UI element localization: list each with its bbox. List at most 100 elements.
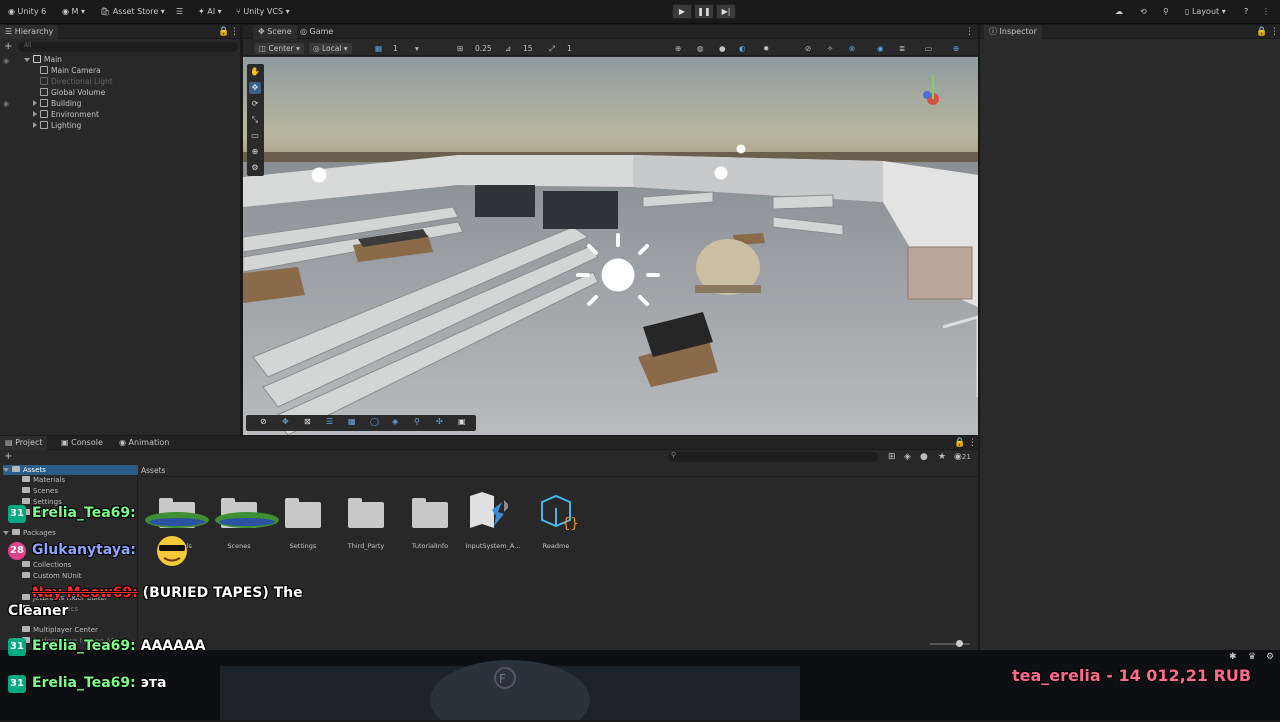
asset-store-button[interactable]: 🛍 Asset Store ▾ — [100, 5, 165, 19]
stream-settings-icon[interactable]: ✱ — [1229, 652, 1237, 662]
filter-icon[interactable]: ● — [920, 452, 928, 462]
lighting-toggle-icon[interactable]: ✹ — [763, 43, 769, 54]
favorite-icon[interactable]: ★ — [938, 452, 946, 462]
panel-menu-icon[interactable]: ⋮ — [968, 438, 977, 448]
lock-icon[interactable]: 🔒 — [1256, 27, 1267, 37]
scene-visibility-icon[interactable]: ⊗ — [849, 43, 855, 54]
readme-icon[interactable]: {} — [538, 494, 579, 532]
shading-lit-icon[interactable]: ◐ — [739, 43, 746, 54]
tab-console[interactable]: ▣ Console — [56, 436, 108, 450]
grid-paint-icon[interactable]: ▦ — [348, 417, 356, 426]
create-button[interactable]: + — [4, 451, 12, 462]
pause-button[interactable]: ❚❚ — [694, 4, 714, 19]
paint-icon[interactable]: ☰ — [326, 417, 333, 426]
ai-button[interactable]: ✦ AI ▾ — [198, 5, 222, 19]
pivot-dropdown[interactable]: ◫ Center ▾ — [255, 43, 304, 54]
custom-tool-icon[interactable]: ⚙ — [249, 162, 261, 174]
hamburger-icon[interactable]: ☰ — [176, 5, 183, 19]
breadcrumb[interactable]: Assets — [141, 466, 165, 475]
lock-icon[interactable]: 🔒 — [954, 438, 965, 448]
hierarchy-item-building[interactable]: Building — [33, 98, 81, 109]
project-search-input[interactable]: ⚲ — [668, 451, 878, 462]
search-icon[interactable]: ⚲ — [1163, 5, 1169, 19]
account-button[interactable]: ◉ Unity 6 — [8, 5, 46, 19]
visibility-icon[interactable]: ◉ — [3, 57, 9, 65]
add-object-button[interactable]: + — [4, 41, 12, 52]
rect-tool-icon[interactable]: ▭ — [249, 130, 261, 142]
circle-icon[interactable]: ◯ — [370, 417, 379, 426]
stream-gear-icon[interactable]: ⚙ — [1266, 652, 1274, 662]
label-icon[interactable]: ◈ — [904, 452, 911, 462]
tree-item-scenes[interactable]: Scenes — [22, 486, 58, 496]
visibility-icon[interactable]: ◉21 — [954, 452, 971, 462]
move-tool-icon[interactable]: ✥ — [249, 82, 261, 94]
hierarchy-item-directional-light[interactable]: Directional Light — [40, 76, 113, 87]
fx-toggle-icon[interactable]: ✧ — [827, 43, 833, 54]
zoom-icon[interactable]: ⚲ — [414, 417, 420, 426]
scale-tool-icon[interactable]: ⤡ — [249, 114, 261, 126]
slider-handle[interactable] — [956, 640, 963, 647]
hierarchy-search-input[interactable]: All — [18, 42, 238, 52]
layer-icon[interactable]: ◈ — [392, 417, 398, 426]
move-icon[interactable]: ⊠ — [304, 417, 311, 426]
view-tool-icon[interactable]: ✋ — [249, 66, 261, 78]
layout-dropdown[interactable]: ▯ Layout ▾ — [1185, 5, 1226, 19]
tab-hierarchy[interactable]: ☰ Hierarchy — [0, 25, 59, 39]
transform-tool-icon[interactable]: ⊕ — [249, 146, 261, 158]
tree-item-multiplayer[interactable]: Multiplayer Center — [22, 625, 98, 635]
hierarchy-item-global-volume[interactable]: Global Volume — [40, 87, 105, 98]
tab-project[interactable]: ▤ Project — [0, 436, 48, 450]
tab-scene[interactable]: ✥ Scene — [253, 25, 297, 39]
rotate-tool-icon[interactable]: ⟳ — [249, 98, 261, 110]
tree-item-assets[interactable]: Assets — [3, 465, 138, 475]
panel-menu-icon[interactable]: ⋮ — [230, 27, 239, 37]
help-icon[interactable]: ? — [1244, 5, 1248, 19]
asset-folder-settings[interactable] — [285, 496, 321, 528]
panel-menu-icon[interactable]: ⋮ — [965, 27, 974, 37]
lock-icon[interactable]: 🔒 — [218, 27, 229, 37]
menu-dots-icon[interactable]: ⋮ — [1262, 5, 1270, 19]
vcs-button[interactable]: ⑂ Unity VCS ▾ — [236, 5, 290, 19]
input-actions-icon[interactable] — [468, 492, 510, 530]
hierarchy-item-lighting[interactable]: Lighting — [33, 120, 81, 131]
play-button[interactable]: ▶ — [672, 4, 692, 19]
icon-size-slider[interactable] — [930, 640, 970, 647]
grid-icon[interactable]: ▦ — [375, 43, 382, 54]
tab-game[interactable]: ◎ Game — [295, 25, 338, 39]
stream-emote-icon[interactable]: ♛ — [1248, 652, 1256, 662]
visibility-icon[interactable]: ◉ — [3, 100, 9, 108]
snap-value[interactable]: 0.25 — [475, 43, 492, 54]
orientation-icon[interactable]: ⊕ — [675, 43, 681, 54]
gizmos-icon[interactable]: ⊕ — [953, 43, 959, 54]
layers-icon[interactable]: ≣ — [899, 43, 905, 54]
rotate-snap-value[interactable]: 15 — [523, 43, 533, 54]
shading-wire-icon[interactable]: ◍ — [697, 43, 704, 54]
eye-icon[interactable]: ◉ — [877, 43, 884, 54]
grid-size-value[interactable]: 1 — [393, 43, 398, 54]
asset-folder-tutorialinfo[interactable] — [412, 496, 448, 528]
tree-item-materials[interactable]: Materials — [22, 475, 65, 485]
select-icon[interactable]: ✥ — [282, 417, 289, 426]
scene-row[interactable]: Main — [24, 54, 62, 65]
space-dropdown[interactable]: ◎ Local ▾ — [309, 43, 352, 54]
tab-inspector[interactable]: ⓘ Inspector — [984, 25, 1042, 39]
grid-dropdown-icon[interactable]: ▾ — [415, 43, 419, 54]
rotate-snap-icon[interactable]: ⊿ — [505, 43, 511, 54]
hierarchy-item-environment[interactable]: Environment — [33, 109, 99, 120]
step-button[interactable]: ▶| — [716, 4, 736, 19]
audio-toggle-icon[interactable]: ⊘ — [805, 43, 811, 54]
scene-viewport[interactable]: ✋ ✥ ⟳ ⤡ ▭ ⊕ ⚙ ⊘ ✥ ⊠ ☰ ▦ ◯ ◈ ⚲ ✣ ▣ — [243, 57, 978, 435]
snap-icon[interactable]: ⊞ — [457, 43, 463, 54]
camera-icon[interactable]: ▭ — [925, 43, 932, 54]
frame-icon[interactable]: ▣ — [458, 417, 466, 426]
hierarchy-item-main-camera[interactable]: Main Camera — [40, 65, 101, 76]
history-icon[interactable]: ⟲ — [1140, 5, 1147, 19]
filter-type-icon[interactable]: ⊞ — [888, 452, 896, 462]
m-menu-button[interactable]: ◉ M ▾ — [62, 5, 85, 19]
shading-solid-icon[interactable]: ● — [719, 43, 726, 54]
asset-folder-third-party[interactable] — [348, 496, 384, 528]
cloud-icon[interactable]: ☁ — [1115, 5, 1123, 19]
scale-snap-value[interactable]: 1 — [567, 43, 572, 54]
pan-icon[interactable]: ✣ — [436, 417, 443, 426]
panel-menu-icon[interactable]: ⋮ — [1270, 27, 1279, 37]
